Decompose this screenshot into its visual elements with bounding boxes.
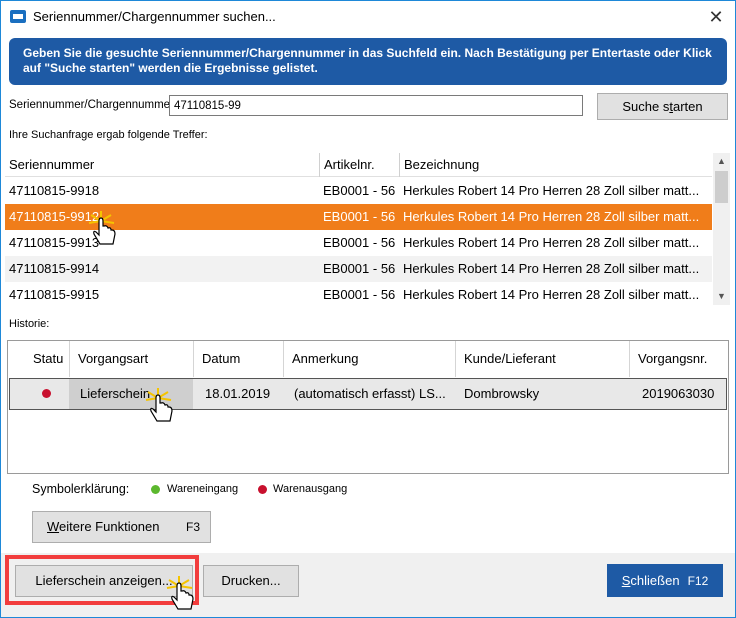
serial-cell: 47110815-9913 bbox=[9, 235, 100, 250]
title-bar: Seriennummer/Chargennummer suchen... ✕ bbox=[1, 1, 735, 33]
hand-cursor-icon bbox=[145, 388, 173, 422]
serial-row[interactable]: 47110815-9918 EB0001 - 56 Herkules Rober… bbox=[5, 178, 712, 204]
legend-title: Symbolerklärung: bbox=[32, 482, 130, 496]
column-header-date[interactable]: Datum bbox=[194, 341, 284, 377]
dialog-content: Geben Sie die gesuchte Seriennummer/Char… bbox=[1, 33, 735, 553]
search-input[interactable] bbox=[169, 95, 583, 116]
hand-cursor-icon bbox=[88, 211, 116, 245]
more-functions-button[interactable]: Weitere Funktionen F3 bbox=[32, 511, 211, 543]
shortcut-f12: F12 bbox=[687, 574, 709, 588]
article-cell: EB0001 - 56 bbox=[323, 261, 396, 276]
description-cell: Herkules Robert 14 Pro Herren 28 Zoll si… bbox=[403, 209, 700, 224]
article-cell: EB0001 - 56 bbox=[323, 287, 396, 302]
history-table: Statu Vorgangsart Datum Anmerkung Kunde/… bbox=[7, 340, 729, 474]
article-cell: EB0001 - 56 bbox=[323, 235, 396, 250]
description-cell: Herkules Robert 14 Pro Herren 28 Zoll si… bbox=[403, 183, 700, 198]
results-note: Ihre Suchanfrage ergab folgende Treffer: bbox=[9, 129, 208, 141]
info-banner: Geben Sie die gesuchte Seriennummer/Char… bbox=[9, 38, 727, 85]
print-button[interactable]: Drucken... bbox=[203, 565, 299, 597]
close-button[interactable]: Schließen F12 bbox=[607, 564, 723, 597]
scroll-down-icon[interactable]: ▼ bbox=[713, 288, 730, 305]
remark-cell: (automatisch erfasst) LS... bbox=[294, 386, 446, 401]
process-number-cell: 2019063030 bbox=[642, 386, 715, 401]
column-header-process-number[interactable]: Vorgangsnr. bbox=[630, 341, 728, 377]
description-cell: Herkules Robert 14 Pro Herren 28 Zoll si… bbox=[403, 235, 700, 250]
legend-wareneingang: Wareneingang bbox=[167, 483, 239, 495]
column-header-customer[interactable]: Kunde/Lieferant bbox=[456, 341, 630, 377]
shortcut-f3: F3 bbox=[185, 520, 200, 534]
date-cell: 18.01.2019 bbox=[205, 386, 271, 401]
serial-cell: 47110815-9918 bbox=[9, 183, 100, 198]
column-header-serial[interactable]: Seriennummer bbox=[5, 153, 319, 177]
customer-cell: Dombrowsky bbox=[464, 386, 540, 401]
scroll-up-icon[interactable]: ▲ bbox=[713, 153, 730, 170]
column-header-article[interactable]: Artikelnr. bbox=[319, 153, 399, 177]
history-row[interactable]: Lieferschein 18.01.2019 (automatisch erf… bbox=[9, 378, 727, 410]
column-header-process-type[interactable]: Vorgangsart bbox=[70, 341, 194, 377]
serial-row[interactable]: 47110815-9915 EB0001 - 56 Herkules Rober… bbox=[5, 282, 712, 305]
scroll-thumb[interactable] bbox=[715, 171, 728, 203]
serial-cell: 47110815-9915 bbox=[9, 287, 100, 302]
serial-cell: 47110815-9914 bbox=[9, 261, 100, 276]
warenausgang-dot-icon bbox=[258, 485, 267, 494]
serial-row[interactable]: 47110815-9914 EB0001 - 56 Herkules Rober… bbox=[5, 256, 712, 282]
start-search-button[interactable]: Suche starten bbox=[597, 93, 728, 120]
dialog-window: Seriennummer/Chargennummer suchen... ✕ G… bbox=[0, 0, 736, 618]
serial-cell: 47110815-9912 bbox=[9, 209, 100, 224]
column-header-status[interactable]: Statu bbox=[8, 341, 70, 377]
column-header-description[interactable]: Bezeichnung bbox=[399, 153, 712, 177]
legend-warenausgang: Warenausgang bbox=[273, 483, 348, 495]
search-label: Seriennummer/Chargennummer: bbox=[9, 99, 178, 111]
close-window-icon[interactable]: ✕ bbox=[705, 6, 727, 28]
app-icon bbox=[10, 10, 26, 23]
article-cell: EB0001 - 56 bbox=[323, 183, 396, 198]
serial-table-header: Seriennummer Artikelnr. Bezeichnung bbox=[5, 153, 712, 177]
description-cell: Herkules Robert 14 Pro Herren 28 Zoll si… bbox=[403, 287, 700, 302]
results-scrollbar[interactable]: ▲ ▼ bbox=[713, 153, 730, 305]
hand-cursor-icon bbox=[166, 576, 194, 610]
wareneingang-dot-icon bbox=[151, 485, 160, 494]
history-label: Historie: bbox=[9, 318, 50, 330]
description-cell: Herkules Robert 14 Pro Herren 28 Zoll si… bbox=[403, 261, 700, 276]
warenausgang-status-icon bbox=[42, 389, 51, 398]
window-title: Seriennummer/Chargennummer suchen... bbox=[33, 9, 276, 24]
article-cell: EB0001 - 56 bbox=[323, 209, 396, 224]
column-header-remark[interactable]: Anmerkung bbox=[284, 341, 456, 377]
